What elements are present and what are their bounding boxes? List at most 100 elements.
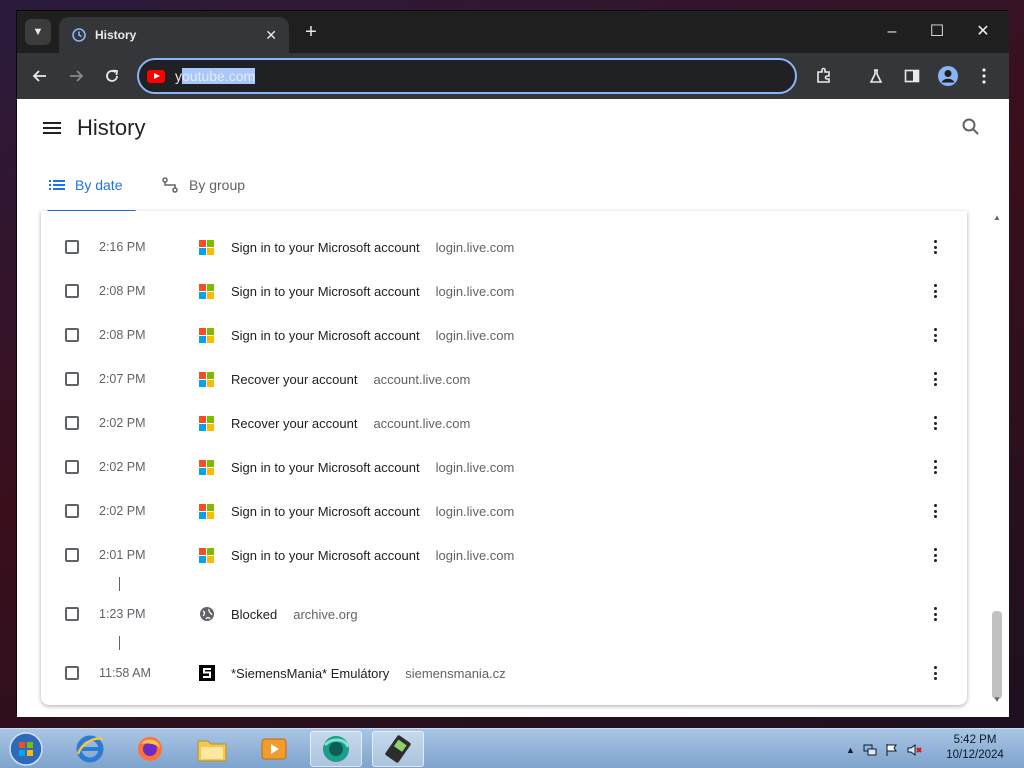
side-panel-button[interactable] (899, 63, 925, 89)
extensions-button[interactable] (811, 63, 837, 89)
more-actions-icon[interactable] (925, 281, 945, 301)
page-title-link[interactable]: Sign in to your Microsoft account login.l… (231, 460, 514, 475)
tab-by-date-label: By date (75, 177, 123, 193)
row-checkbox[interactable] (65, 240, 79, 254)
microsoft-icon (199, 415, 214, 431)
speaker-muted-icon[interactable] (907, 743, 923, 757)
emulator-taskbar-button[interactable] (372, 731, 424, 767)
row-checkbox[interactable] (65, 607, 79, 621)
folder-icon (197, 740, 227, 762)
clock[interactable]: 5:42 PM 10/12/2024 (940, 733, 1010, 763)
page-title-link[interactable]: Sign in to your Microsoft account login.l… (231, 284, 514, 299)
flag-icon[interactable] (885, 743, 899, 757)
side-panel-icon (904, 69, 920, 83)
row-checkbox[interactable] (65, 372, 79, 386)
row-checkbox[interactable] (65, 504, 79, 518)
page-title-link[interactable]: Sign in to your Microsoft account login.l… (231, 548, 514, 563)
labs-button[interactable] (863, 63, 889, 89)
visit-time: 2:01 PM (99, 548, 146, 562)
page-title-link[interactable]: *SiemensMania* Emulátory siemensmania.cz (231, 666, 506, 681)
page-title-link[interactable]: Sign in to your Microsoft account login.l… (231, 504, 514, 519)
visit-time: 2:02 PM (99, 460, 146, 474)
visit-time: 2:08 PM (99, 284, 146, 298)
history-row[interactable]: 2:02 PM Sign in to your Microsoft account… (41, 445, 967, 489)
history-header: History By date By group (17, 99, 1009, 213)
visit-time: 2:02 PM (99, 416, 146, 430)
history-row[interactable]: 2:02 PM Recover your account account.live.… (41, 401, 967, 445)
scrollbar[interactable]: ▲ ▼ (989, 211, 1005, 705)
close-window-button[interactable]: ✕ (968, 19, 998, 45)
close-tab-icon[interactable]: ✕ (265, 27, 277, 44)
minimize-button[interactable]: – (877, 19, 907, 45)
history-row[interactable]: 2:07 PM Recover your account account.live.… (41, 357, 967, 401)
chevron-down-icon: ▼ (32, 26, 44, 38)
row-checkbox[interactable] (65, 460, 79, 474)
tab-search-button[interactable]: ▼ (25, 19, 51, 45)
hamburger-menu-icon[interactable] (43, 119, 63, 139)
more-actions-icon[interactable] (925, 663, 945, 683)
microsoft-icon (199, 547, 214, 563)
media-player-taskbar-button[interactable] (248, 731, 300, 767)
history-row[interactable]: 2:08 PM Sign in to your Microsoft account… (41, 269, 967, 313)
page-title-link[interactable]: Sign in to your Microsoft account login.l… (231, 328, 514, 343)
menu-button[interactable] (971, 63, 997, 89)
firefox-taskbar-button[interactable] (124, 731, 176, 767)
internet-explorer-taskbar-button[interactable] (64, 731, 116, 767)
browser-taskbar-button[interactable] (310, 731, 362, 767)
page-title-link[interactable]: Blocked archive.org (231, 607, 358, 622)
row-checkbox[interactable] (65, 284, 79, 298)
back-button[interactable] (27, 63, 53, 89)
visit-domain: siemensmania.cz (405, 665, 506, 681)
explorer-taskbar-button[interactable] (186, 731, 238, 767)
tab-history[interactable]: History ✕ (59, 17, 289, 53)
more-actions-icon[interactable] (925, 369, 945, 389)
row-checkbox[interactable] (65, 666, 79, 680)
row-checkbox[interactable] (65, 548, 79, 562)
search-icon[interactable] (961, 117, 981, 137)
profile-button[interactable] (935, 63, 961, 89)
visit-domain: login.live.com (435, 547, 515, 563)
scrollbar-thumb[interactable] (992, 611, 1002, 699)
more-actions-icon[interactable] (925, 457, 945, 477)
page-title-link[interactable]: Sign in to your Microsoft account login.l… (231, 240, 514, 255)
history-row[interactable]: 11:58 AM *SiemensMania* Emulátory siemensm… (41, 651, 967, 695)
maximize-button[interactable]: ☐ (922, 19, 952, 45)
tab-by-group-label: By group (189, 177, 246, 193)
more-actions-icon[interactable] (925, 501, 945, 521)
page-title-link[interactable]: Recover your account account.live.com (231, 416, 470, 431)
visit-time: 1:23 PM (99, 607, 146, 621)
history-row[interactable]: 2:16 PM Sign in to your Microsoft account… (41, 225, 967, 269)
tab-by-date[interactable]: By date (46, 169, 138, 213)
more-actions-icon[interactable] (925, 413, 945, 433)
row-checkbox[interactable] (65, 416, 79, 430)
more-actions-icon[interactable] (925, 237, 945, 257)
visit-domain: account.live.com (373, 415, 471, 431)
start-button[interactable] (0, 731, 52, 767)
history-row[interactable]: 2:02 PM Sign in to your Microsoft account… (41, 489, 967, 533)
history-row[interactable]: 2:01 PM Sign in to your Microsoft account… (41, 533, 967, 577)
more-actions-icon[interactable] (925, 325, 945, 345)
network-icon[interactable] (863, 743, 877, 757)
more-actions-icon[interactable] (925, 604, 945, 624)
scroll-up-icon[interactable]: ▲ (993, 213, 1001, 222)
visit-time: 2:16 PM (99, 240, 146, 254)
forward-button[interactable] (63, 63, 89, 89)
more-actions-icon[interactable] (925, 545, 945, 565)
new-tab-button[interactable]: + (299, 20, 323, 44)
youtube-icon (147, 69, 165, 83)
tab-title: History (95, 28, 137, 42)
tab-by-group[interactable]: By group (161, 169, 245, 201)
address-bar[interactable]: y outube.com (137, 58, 797, 94)
browser-window: ▼ History ✕ + – ☐ ✕ y outube.com History… (16, 10, 1009, 717)
reload-button[interactable] (99, 63, 125, 89)
microsoft-icon (199, 459, 214, 475)
visit-domain: login.live.com (435, 503, 515, 519)
show-hidden-icons-icon[interactable]: ▲ (846, 745, 855, 755)
page-title-link[interactable]: Recover your account account.live.com (231, 372, 470, 387)
row-checkbox[interactable] (65, 328, 79, 342)
history-icon (72, 28, 86, 42)
history-row[interactable]: 2:08 PM Sign in to your Microsoft account… (41, 313, 967, 357)
scroll-down-icon[interactable]: ▼ (993, 695, 1001, 704)
history-row[interactable]: 1:23 PM Blocked archive.org (41, 592, 967, 636)
globe-icon (200, 607, 214, 621)
